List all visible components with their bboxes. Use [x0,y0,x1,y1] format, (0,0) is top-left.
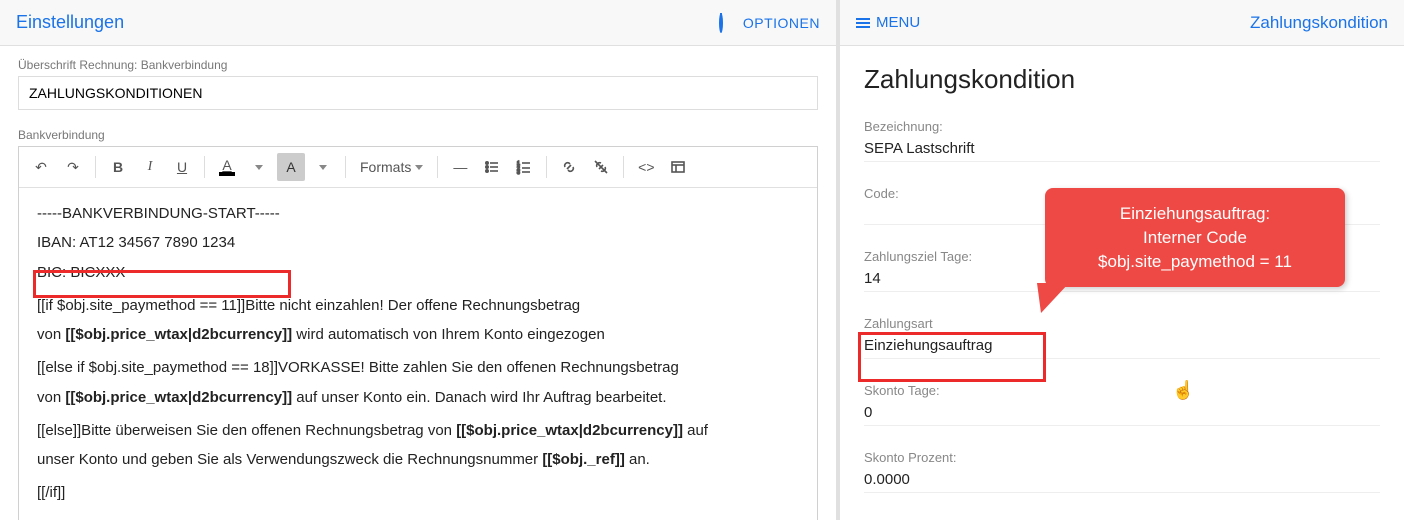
svg-text:3: 3 [517,170,520,175]
italic-button[interactable]: I [136,153,164,181]
rte-bank: ↶ ↷ B I U A A Formats — 123 [18,146,818,520]
bullet-list-icon[interactable] [478,153,506,181]
formats-dropdown[interactable]: Formats [354,159,429,175]
bg-color-dropdown-icon[interactable] [309,153,337,181]
left-topbar: Einstellungen OPTIONEN [0,0,836,46]
menu-button[interactable]: MENU [856,14,920,31]
separator [345,156,346,178]
hr-icon[interactable]: — [446,153,474,181]
bg-color-button[interactable]: A [277,153,305,181]
text-line: BIC: BICXXX [37,261,799,284]
underline-button[interactable]: U [168,153,196,181]
zahlungskondition-link[interactable]: Zahlungskondition [1250,13,1388,33]
separator [95,156,96,178]
label-bank: Bankverbindung [18,128,818,142]
rte-toolbar: ↶ ↷ B I U A A Formats — 123 [19,147,817,188]
text-line: [[if $obj.site_paymethod == 11]]Bitte ni… [37,294,799,317]
settings-link[interactable]: Einstellungen [16,12,124,33]
rte-content[interactable]: -----BANKVERBINDUNG-START----- IBAN: AT1… [19,188,817,520]
redo-icon[interactable]: ↷ [59,153,87,181]
template-icon[interactable] [664,153,692,181]
undo-icon[interactable]: ↶ [27,153,55,181]
cursor-icon: ☝ [1172,380,1194,401]
text-line: -----BANKVERBINDUNG-START----- [37,202,799,225]
label-skonto-prozent: Skonto Prozent: [864,450,1380,465]
clock-icon[interactable] [719,15,723,31]
callout-line: $obj.site_paymethod = 11 [1059,250,1331,274]
separator [623,156,624,178]
text-color-dropdown-icon[interactable] [245,153,273,181]
text-line: [[else]]Bitte überweisen Sie den offenen… [37,419,799,442]
link-icon[interactable] [555,153,583,181]
annotation-callout: Einziehungsauftrag: Interner Code $obj.s… [1045,188,1345,287]
options-button[interactable]: OPTIONEN [743,15,820,31]
input-skonto-prozent[interactable]: 0.0000 [864,471,1380,493]
input-zahlungsart[interactable]: Einziehungsauftrag [864,337,1380,359]
callout-line: Einziehungsauftrag: [1059,202,1331,226]
numbered-list-icon[interactable]: 123 [510,153,538,181]
hamburger-icon [856,18,870,28]
source-code-icon[interactable]: <> [632,153,660,181]
callout-line: Interner Code [1059,226,1331,250]
text-color-button[interactable]: A [213,153,241,181]
text-line: [[/if]] [37,481,799,504]
separator [546,156,547,178]
input-skonto-tage[interactable]: 0 [864,404,1380,426]
text-line: von [[$obj.price_wtax|d2bcurrency]] auf … [37,386,799,409]
menu-label: MENU [876,14,920,31]
text-line: IBAN: AT12 34567 7890 1234 [37,231,799,254]
text-line: [[else if $obj.site_paymethod == 18]]VOR… [37,356,799,379]
label-zahlungsart: Zahlungsart [864,316,1380,331]
separator [437,156,438,178]
text-line: unser Konto und geben Sie als Verwendung… [37,448,799,471]
input-invoice-heading[interactable] [18,76,818,110]
separator [204,156,205,178]
input-bezeichnung[interactable]: SEPA Lastschrift [864,140,1380,162]
label-bezeichnung: Bezeichnung: [864,119,1380,134]
text-line: von [[$obj.price_wtax|d2bcurrency]] wird… [37,323,799,346]
unlink-icon[interactable] [587,153,615,181]
page-title: Zahlungskondition [864,64,1380,95]
label-invoice-heading: Überschrift Rechnung: Bankverbindung [18,58,818,72]
label-skonto-tage: Skonto Tage: [864,383,1380,398]
right-topbar: MENU Zahlungskondition [840,0,1404,46]
bold-button[interactable]: B [104,153,132,181]
